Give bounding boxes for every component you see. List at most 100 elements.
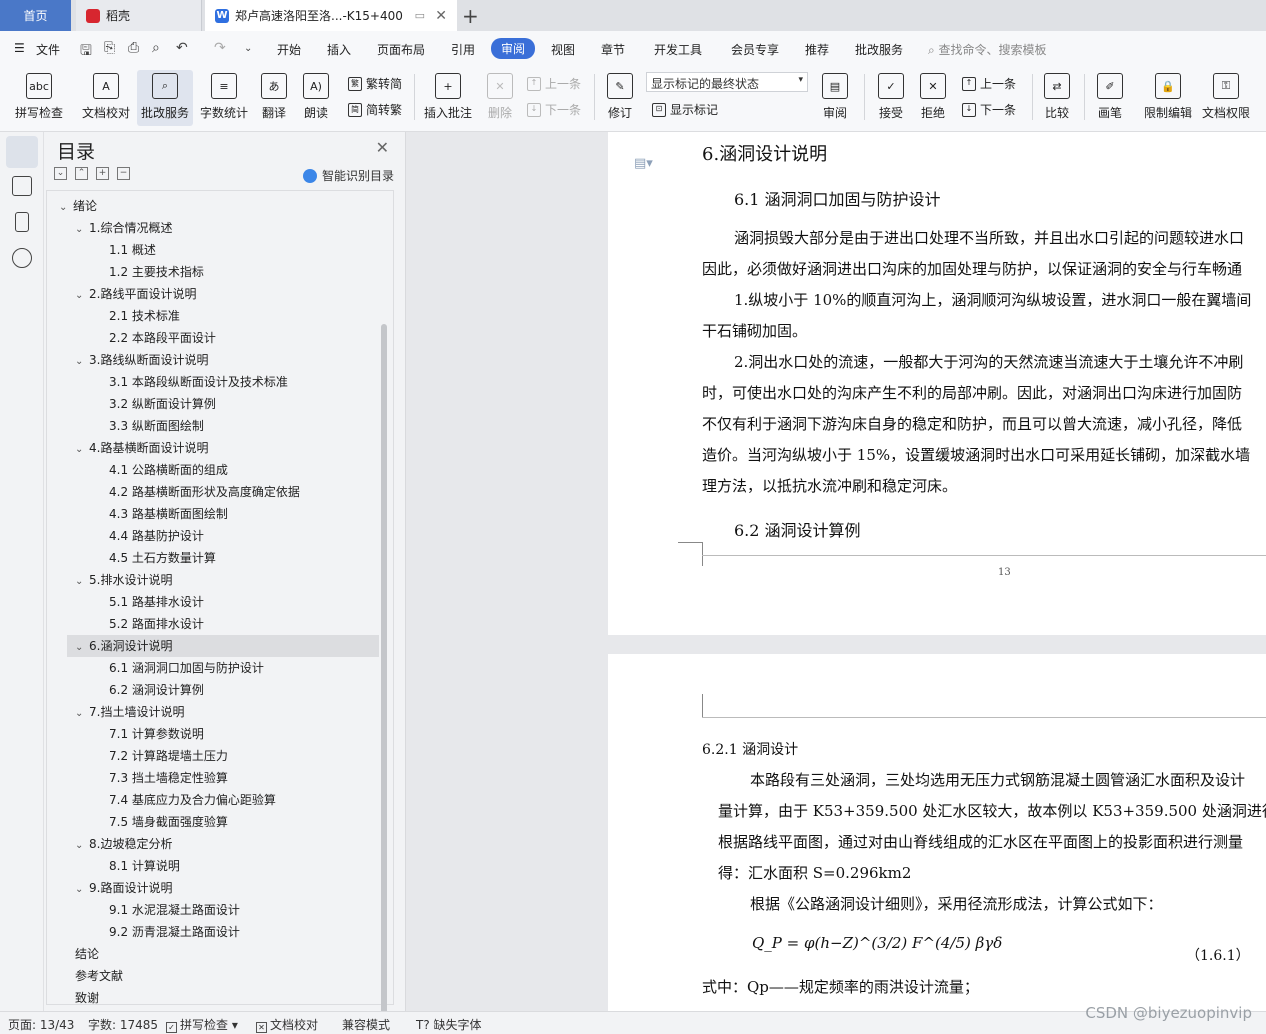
toc-item[interactable]: ⌄ 9.路面设计说明 [47, 877, 377, 899]
read-aloud-button[interactable]: A) 朗读 [294, 70, 338, 126]
toc-item[interactable]: ⌄ 7.挡土墙设计说明 [47, 701, 377, 723]
missing-font-status[interactable]: T? 缺失字体 [416, 1016, 482, 1033]
toc-item[interactable]: 6.2 涵洞设计算例 [47, 679, 377, 701]
chevron-down-icon[interactable]: ⌄ [75, 219, 89, 241]
menu-reference[interactable]: 引用 [451, 41, 475, 58]
menu-recommend[interactable]: 推荐 [805, 41, 829, 58]
proofread-status[interactable]: ✕ 文档校对 [256, 1016, 318, 1033]
toc-panel-icon[interactable] [6, 136, 38, 168]
document-icon[interactable]: ▤▾ [634, 156, 653, 171]
menu-file[interactable]: 文件 [36, 41, 60, 58]
toc-item[interactable]: ⌄ 1.综合情况概述 [47, 217, 377, 239]
menu-page-layout[interactable]: 页面布局 [377, 41, 425, 58]
toc-item[interactable]: 4.3 路基横断面图绘制 [47, 503, 377, 525]
menu-dev-tools[interactable]: 开发工具 [654, 41, 702, 58]
chevron-down-icon[interactable]: ⌄ [75, 835, 89, 857]
chevron-down-icon[interactable]: ⌄ [75, 637, 89, 659]
toc-item[interactable]: 4.1 公路横断面的组成 [47, 459, 377, 481]
reject-button[interactable]: ✕ 拒绝 [912, 70, 954, 126]
undo-icon[interactable]: ↶ [176, 40, 188, 56]
toc-item[interactable]: 7.3 挡土墙稳定性验算 [47, 767, 377, 789]
correction-service-button[interactable]: ⌕ 批改服务 [137, 70, 193, 126]
toc-item[interactable]: 4.4 路基防护设计 [47, 525, 377, 547]
toc-item[interactable]: 参考文献 [47, 965, 377, 987]
restrict-edit-button[interactable]: 🔒 限制编辑 [1140, 70, 1196, 126]
word-count-button[interactable]: ≡ 字数统计 [196, 70, 252, 126]
chevron-down-icon[interactable]: ⌄ [75, 351, 89, 373]
menu-start[interactable]: 开始 [277, 41, 301, 58]
page-indicator[interactable]: 页面: 13/43 [8, 1016, 74, 1033]
collapse-all-icon[interactable]: ⌃ [75, 167, 88, 180]
close-tab-icon[interactable]: ✕ [435, 8, 447, 24]
command-search[interactable]: ⌕ 查找命令、搜索模板 [928, 41, 1047, 58]
hamburger-icon[interactable]: ☰ [14, 41, 25, 55]
toc-item[interactable]: ⌄ 8.边坡稳定分析 [47, 833, 377, 855]
review-pane-button[interactable]: ▤ 审阅 [812, 70, 858, 126]
toc-item[interactable]: 3.1 本路段纵断面设计及技术标准 [47, 371, 377, 393]
accept-button[interactable]: ✓ 接受 [870, 70, 912, 126]
translate-button[interactable]: あ翻译 [250, 70, 298, 126]
toc-item[interactable]: 7.4 基底应力及合力偏心距验算 [47, 789, 377, 811]
tab-document[interactable]: W 郑卢高速洛阳至洛...-K15+400 ▭ ✕ [205, 0, 457, 31]
toc-item[interactable]: 7.5 墙身截面强度验算 [47, 811, 377, 833]
prev-change-button[interactable]: ↑ 上一条 [962, 75, 1016, 92]
prev-comment-button[interactable]: ↑ 上一条 [527, 75, 581, 92]
next-change-button[interactable]: ↓ 下一条 [962, 101, 1016, 118]
toc-item[interactable]: 2.2 本路段平面设计 [47, 327, 377, 349]
chapter-nav-icon[interactable] [12, 176, 32, 196]
toc-item[interactable]: 3.3 纵断面图绘制 [47, 415, 377, 437]
menu-section[interactable]: 章节 [601, 41, 625, 58]
compare-button[interactable]: ⇄ 比较 [1036, 70, 1078, 126]
export-pdf-icon[interactable]: ⎘ [104, 40, 115, 56]
print-icon[interactable]: ⎙ [128, 40, 139, 56]
toc-item[interactable]: 9.1 水泥混凝土路面设计 [47, 899, 377, 921]
toc-item[interactable]: ⌄ 绪论 [47, 195, 377, 217]
to-simplified-button[interactable]: 简简转繁 [348, 101, 402, 118]
print-preview-icon[interactable]: ⌕ [152, 40, 160, 56]
tab-docer[interactable]: 稻壳 [76, 0, 202, 31]
toc-item[interactable]: 致谢 [47, 987, 377, 1009]
delete-comment-button[interactable]: ✕ 删除 [478, 70, 522, 126]
chevron-down-icon[interactable]: ⌄ [59, 197, 73, 219]
remove-heading-icon[interactable]: − [117, 167, 130, 180]
menu-member[interactable]: 会员专享 [731, 41, 779, 58]
toc-item[interactable]: ⌄ 4.路基横断面设计说明 [47, 437, 377, 459]
window-mode-icon[interactable]: ▭ [415, 9, 425, 22]
toc-item[interactable]: 结论 [47, 943, 377, 965]
next-comment-button[interactable]: ↓ 下一条 [527, 101, 581, 118]
toc-item[interactable]: 1.2 主要技术指标 [47, 261, 377, 283]
insert-comment-button[interactable]: + 插入批注 [420, 70, 476, 126]
to-traditional-button[interactable]: 繁繁转简 [348, 75, 402, 92]
toc-item[interactable]: 1.1 概述 [47, 239, 377, 261]
compat-mode-status[interactable]: 兼容模式 [342, 1016, 390, 1033]
chevron-down-icon[interactable]: ⌄ [75, 571, 89, 593]
expand-all-icon[interactable]: ⌄ [54, 167, 67, 180]
smart-toc-button[interactable]: 智能识别目录 [302, 167, 394, 184]
find-icon[interactable] [12, 248, 32, 268]
redo-icon[interactable]: ↷ [214, 40, 226, 56]
proofread-button[interactable]: A 文档校对 [78, 70, 134, 126]
tab-home[interactable]: 首页 [0, 0, 71, 31]
menu-view[interactable]: 视图 [551, 41, 575, 58]
bookmark-icon[interactable] [15, 212, 29, 232]
word-count-indicator[interactable]: 字数: 17485 [88, 1016, 158, 1033]
show-markup-button[interactable]: ⊡ 显示标记 [652, 101, 718, 118]
toc-item[interactable]: 5.1 路基排水设计 [47, 591, 377, 613]
toc-item[interactable]: 9.2 沥青混凝土路面设计 [47, 921, 377, 943]
toc-item[interactable]: ⌄ 2.路线平面设计说明 [47, 283, 377, 305]
toc-item[interactable]: ⌄ 3.路线纵断面设计说明 [47, 349, 377, 371]
pen-button[interactable]: ✐ 画笔 [1088, 70, 1132, 126]
doc-permission-button[interactable]: ⚿ 文档权限 [1198, 70, 1254, 126]
close-icon[interactable]: ✕ [376, 138, 389, 157]
more-icon[interactable]: ⌄ [244, 43, 252, 54]
new-tab-icon[interactable]: + [462, 4, 479, 28]
chevron-down-icon[interactable]: ⌄ [75, 703, 89, 725]
toc-item[interactable]: 7.2 计算路堤墙土压力 [47, 745, 377, 767]
toc-item[interactable]: ⌄ 6.涵洞设计说明 [67, 635, 379, 657]
toc-item[interactable]: 6.1 涵洞洞口加固与防护设计 [47, 657, 377, 679]
menu-insert[interactable]: 插入 [327, 41, 351, 58]
add-heading-icon[interactable]: + [96, 167, 109, 180]
toc-item[interactable]: 4.2 路基横断面形状及高度确定依据 [47, 481, 377, 503]
chevron-down-icon[interactable]: ⌄ [75, 285, 89, 307]
toc-item[interactable]: 2.1 技术标准 [47, 305, 377, 327]
